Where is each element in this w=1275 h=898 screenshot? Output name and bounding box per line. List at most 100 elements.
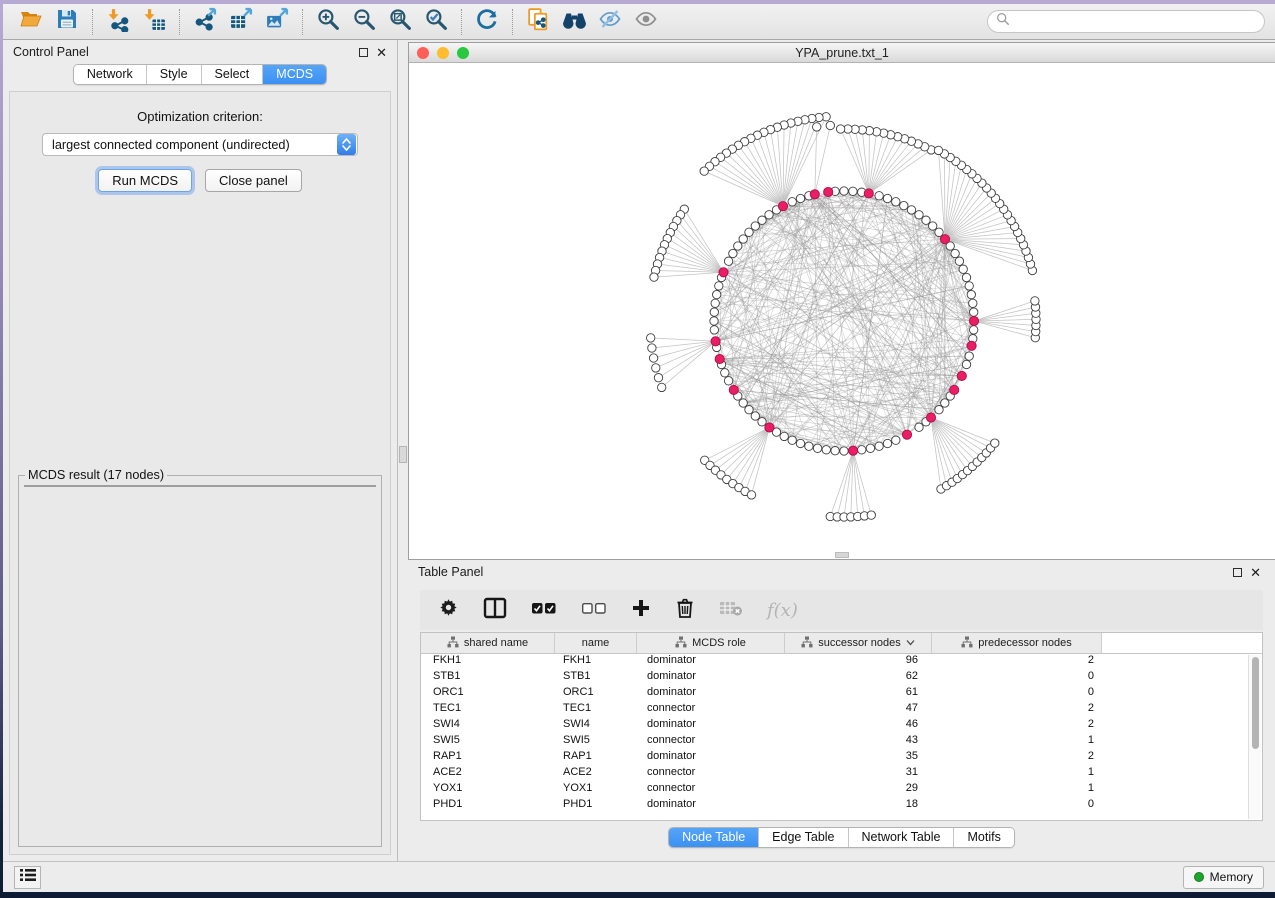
cell-name: TEC1	[555, 702, 637, 718]
toolbar-separator	[512, 9, 513, 35]
cell-successor-nodes: 61	[785, 686, 932, 702]
criterion-dropdown[interactable]: largest connected component (undirected)	[42, 133, 358, 156]
refresh-button[interactable]	[469, 7, 505, 37]
zoom-fit-button[interactable]	[382, 7, 418, 37]
table-scrollbar-thumb[interactable]	[1252, 657, 1259, 749]
cell-name: FKH1	[555, 654, 637, 670]
mcds-result-group: MCDS result (17 nodes) PHD1CAR1STP4TID3Y…	[18, 468, 382, 847]
cell-mcds-role: connector	[637, 734, 785, 750]
task-history-button[interactable]	[14, 866, 41, 889]
cell-mcds-role: dominator	[637, 718, 785, 734]
zoom-out-button[interactable]	[346, 7, 382, 37]
control-panel-titlebar: Control Panel ✕	[3, 40, 397, 64]
save-session-button[interactable]	[49, 7, 85, 37]
add-column-button[interactable]	[631, 598, 651, 623]
cell-shared-name: STB1	[421, 670, 555, 686]
cell-mcds-role: dominator	[637, 654, 785, 670]
cell-successor-nodes: 47	[785, 702, 932, 718]
cell-name: YOX1	[555, 782, 637, 798]
column-layout-button[interactable]	[483, 597, 507, 624]
table-row[interactable]: SWI5SWI5connector431	[421, 734, 1262, 750]
export-image-button[interactable]	[259, 7, 295, 37]
table-header-row: shared namenameMCDS rolesuccessor nodes p…	[421, 633, 1262, 654]
mcds-result-list[interactable]: PHD1CAR1STP4TID3YOX1SWI4SRD1PMA2FKH1ACE2…	[24, 485, 376, 487]
tab-style[interactable]: Style	[147, 65, 202, 84]
table-settings-button[interactable]	[438, 597, 459, 623]
import-table-button[interactable]	[136, 7, 172, 37]
float-panel-icon[interactable]	[359, 48, 368, 57]
float-table-panel-icon[interactable]	[1233, 568, 1242, 577]
table-row[interactable]: ORC1ORC1dominator610	[421, 686, 1262, 702]
toolbar-separator	[461, 9, 462, 35]
cell-name: SWI5	[555, 734, 637, 750]
search-box[interactable]	[987, 10, 1265, 33]
table-tabs: Node TableEdge TableNetwork TableMotifs	[408, 821, 1275, 854]
table-row[interactable]: STB1STB1dominator620	[421, 670, 1262, 686]
network-canvas[interactable]	[409, 63, 1275, 559]
memory-button[interactable]: Memory	[1183, 866, 1264, 889]
delete-column-button[interactable]	[675, 597, 695, 624]
optimization-criterion-label: Optimization criterion:	[10, 109, 390, 124]
deselect-all-button[interactable]	[581, 601, 607, 620]
zoom-fit-icon	[388, 7, 413, 37]
desktop-background: Control Panel ✕ NetworkStyleSelectMCDS O…	[0, 0, 1275, 898]
select-all-button[interactable]	[531, 601, 557, 620]
right-column: YPA_prune.txt_1 Tab	[408, 40, 1275, 861]
export-network-button[interactable]	[187, 7, 223, 37]
export-table-button[interactable]	[223, 7, 259, 37]
vertical-splitter-grip[interactable]	[399, 446, 407, 463]
cell-shared-name: SWI5	[421, 734, 555, 750]
cell-name: SWI4	[555, 718, 637, 734]
cell-shared-name: ORC1	[421, 686, 555, 702]
search-input[interactable]	[1015, 15, 1256, 29]
unchecked-boxes-icon	[581, 601, 607, 620]
open-file-button[interactable]	[13, 7, 49, 37]
tab-select[interactable]: Select	[202, 65, 264, 84]
vertical-splitter[interactable]	[397, 40, 408, 861]
table-row[interactable]: SWI4SWI4dominator462	[421, 718, 1262, 734]
network-window-titlebar: YPA_prune.txt_1	[409, 43, 1275, 63]
zoom-selected-button[interactable]	[418, 7, 454, 37]
column-header-name[interactable]: name	[555, 633, 637, 654]
control-panel-tabs: NetworkStyleSelectMCDS	[3, 64, 397, 90]
close-panel-icon[interactable]: ✕	[376, 48, 387, 57]
table-panel-titlebar: Table Panel ✕	[408, 560, 1275, 584]
close-panel-button[interactable]: Close panel	[205, 169, 302, 192]
tab-network[interactable]: Network	[74, 65, 147, 84]
table-toolbar: f(x)	[420, 590, 1263, 630]
zoom-selected-icon	[424, 7, 449, 37]
column-header-successor-nodes[interactable]: successor nodes	[785, 633, 932, 654]
network-graph[interactable]	[409, 63, 1275, 559]
network-view-window: YPA_prune.txt_1	[408, 42, 1275, 560]
hide-selected-button[interactable]	[592, 7, 628, 37]
horizontal-splitter-grip[interactable]	[835, 552, 849, 558]
tab-motifs[interactable]: Motifs	[954, 828, 1013, 847]
table-row[interactable]: RAP1RAP1dominator352	[421, 750, 1262, 766]
column-header-predecessor-nodes[interactable]: predecessor nodes	[932, 633, 1102, 654]
cell-mcds-role: connector	[637, 782, 785, 798]
table-panel: Table Panel ✕ f(x) shared namenameMCDS r…	[408, 560, 1275, 861]
cell-mcds-role: connector	[637, 766, 785, 782]
column-header-mcds-role[interactable]: MCDS role	[637, 633, 785, 654]
close-table-panel-icon[interactable]: ✕	[1250, 568, 1261, 577]
run-mcds-button[interactable]: Run MCDS	[98, 169, 192, 192]
zoom-in-button[interactable]	[310, 7, 346, 37]
import-network-button[interactable]	[100, 7, 136, 37]
copy-network-button[interactable]	[520, 7, 556, 37]
column-header-shared-name[interactable]: shared name	[421, 633, 555, 654]
find-button[interactable]	[556, 7, 592, 37]
table-scrollbar[interactable]	[1248, 655, 1261, 819]
tab-node-table[interactable]: Node Table	[669, 828, 759, 847]
tab-edge-table[interactable]: Edge Table	[759, 828, 848, 847]
table-row[interactable]: FKH1FKH1dominator962	[421, 654, 1262, 670]
table-row[interactable]: YOX1YOX1connector291	[421, 782, 1262, 798]
table-row[interactable]: PHD1PHD1dominator180	[421, 798, 1262, 814]
show-all-button[interactable]	[628, 7, 664, 37]
tab-mcds[interactable]: MCDS	[263, 65, 326, 84]
cell-predecessor-nodes: 2	[932, 718, 1102, 734]
table-row[interactable]: TEC1TEC1connector472	[421, 702, 1262, 718]
column-header-label: predecessor nodes	[978, 637, 1072, 649]
binoculars-icon	[561, 7, 588, 36]
table-row[interactable]: ACE2ACE2connector311	[421, 766, 1262, 782]
tab-network-table[interactable]: Network Table	[849, 828, 955, 847]
